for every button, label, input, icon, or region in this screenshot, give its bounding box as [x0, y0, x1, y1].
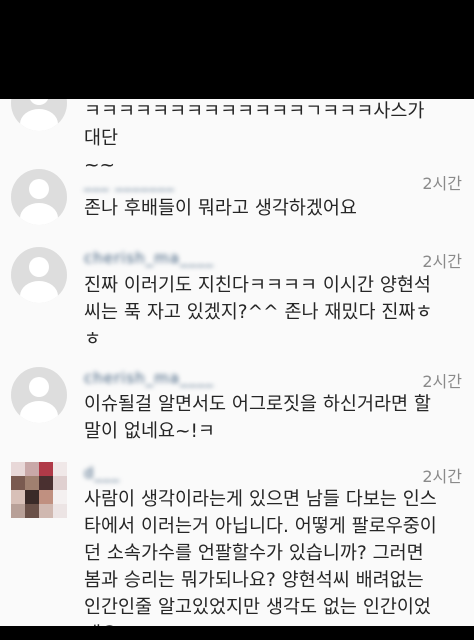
bottom-black-bar: [0, 626, 474, 640]
comment-time: 2시간: [422, 372, 462, 391]
user-avatar[interactable]: [11, 169, 67, 225]
comment-time: 2시간: [422, 467, 462, 486]
avatar-placeholder-body: [20, 109, 58, 131]
comment-text: 사람이 생각이라는게 있으면 남들 다보는 인스 타에서 이러는거 아닙니다. …: [84, 489, 437, 626]
comment-item[interactable]: ㅋㅋㅋㅋㅋㅋㅋㅋㅋㅋㅋㅋㅋㄱㅋㅋㅋ사스가 대단 ~~: [0, 99, 474, 176]
avatar-mosaic-cell: [53, 504, 67, 518]
comment-username[interactable]: cherish_ma____: [84, 369, 214, 387]
avatar-mosaic-cell: [39, 462, 53, 476]
avatar-mosaic-cell: [39, 490, 53, 504]
avatar-mosaic-cell: [11, 462, 25, 476]
top-black-bar: [0, 0, 474, 99]
comment-text: 존나 후배들이 뭐라고 생각하겠어요: [84, 198, 357, 219]
avatar-placeholder-head: [29, 99, 49, 105]
user-avatar[interactable]: [11, 367, 67, 423]
comment-username[interactable]: cherish_ma____: [84, 249, 214, 267]
user-avatar-photo[interactable]: [11, 462, 67, 518]
comment-text: 진짜 이러기도 지친다ㅋㅋㅋㅋ 이시간 양현석 씨는 푹 자고 있겠지?^^ 존…: [84, 275, 433, 350]
avatar-placeholder-body: [20, 281, 58, 303]
comment-item[interactable]: ___ _______ 2시간 존나 후배들이 뭐라고 생각하겠어요: [0, 169, 474, 239]
avatar-mosaic-cell: [25, 476, 39, 490]
comment-username[interactable]: d___: [84, 464, 120, 482]
comment-text: ㅋㅋㅋㅋㅋㅋㅋㅋㅋㅋㅋㅋㅋㄱㅋㅋㅋ사스가 대단 ~~: [84, 101, 425, 176]
comment-list[interactable]: ㅋㅋㅋㅋㅋㅋㅋㅋㅋㅋㅋㅋㅋㄱㅋㅋㅋ사스가 대단 ~~ ___ _______ 2…: [0, 99, 474, 626]
avatar-mosaic-cell: [25, 504, 39, 518]
avatar-placeholder-body: [20, 401, 58, 423]
comment-item[interactable]: cherish_ma____ 2시간 진짜 이러기도 지친다ㅋㅋㅋㅋ 이시간 양…: [0, 247, 474, 357]
comment-item[interactable]: d___ 2시간 사람이 생각이라는게 있으면 남들 다보는 인스 타에서 이러…: [0, 462, 474, 626]
avatar-mosaic-cell: [53, 490, 67, 504]
avatar-placeholder-head: [29, 377, 49, 397]
avatar-mosaic-cell: [39, 476, 53, 490]
avatar-mosaic-cell: [11, 504, 25, 518]
comment-text: 이슈될걸 알면서도 어그로짓을 하신거라면 할 말이 없네요~!ㅋ: [84, 394, 431, 442]
avatar-placeholder-head: [29, 179, 49, 199]
comment-username[interactable]: ___ _______: [84, 173, 175, 191]
avatar-mosaic-cell: [53, 476, 67, 490]
avatar-mosaic-cell: [25, 490, 39, 504]
comment-item[interactable]: cherish_ma____ 2시간 이슈될걸 알면서도 어그로짓을 하신거라면…: [0, 367, 474, 447]
avatar-mosaic-cell: [25, 462, 39, 476]
avatar-mosaic-cell: [39, 504, 53, 518]
avatar-placeholder-head: [29, 257, 49, 277]
user-avatar[interactable]: [11, 247, 67, 303]
avatar-placeholder-body: [20, 203, 58, 225]
comment-time: 2시간: [422, 174, 462, 193]
comment-time: 2시간: [422, 252, 462, 271]
avatar-mosaic-cell: [53, 462, 67, 476]
avatar-mosaic-cell: [11, 490, 25, 504]
user-avatar[interactable]: [11, 99, 67, 131]
avatar-mosaic-cell: [11, 476, 25, 490]
